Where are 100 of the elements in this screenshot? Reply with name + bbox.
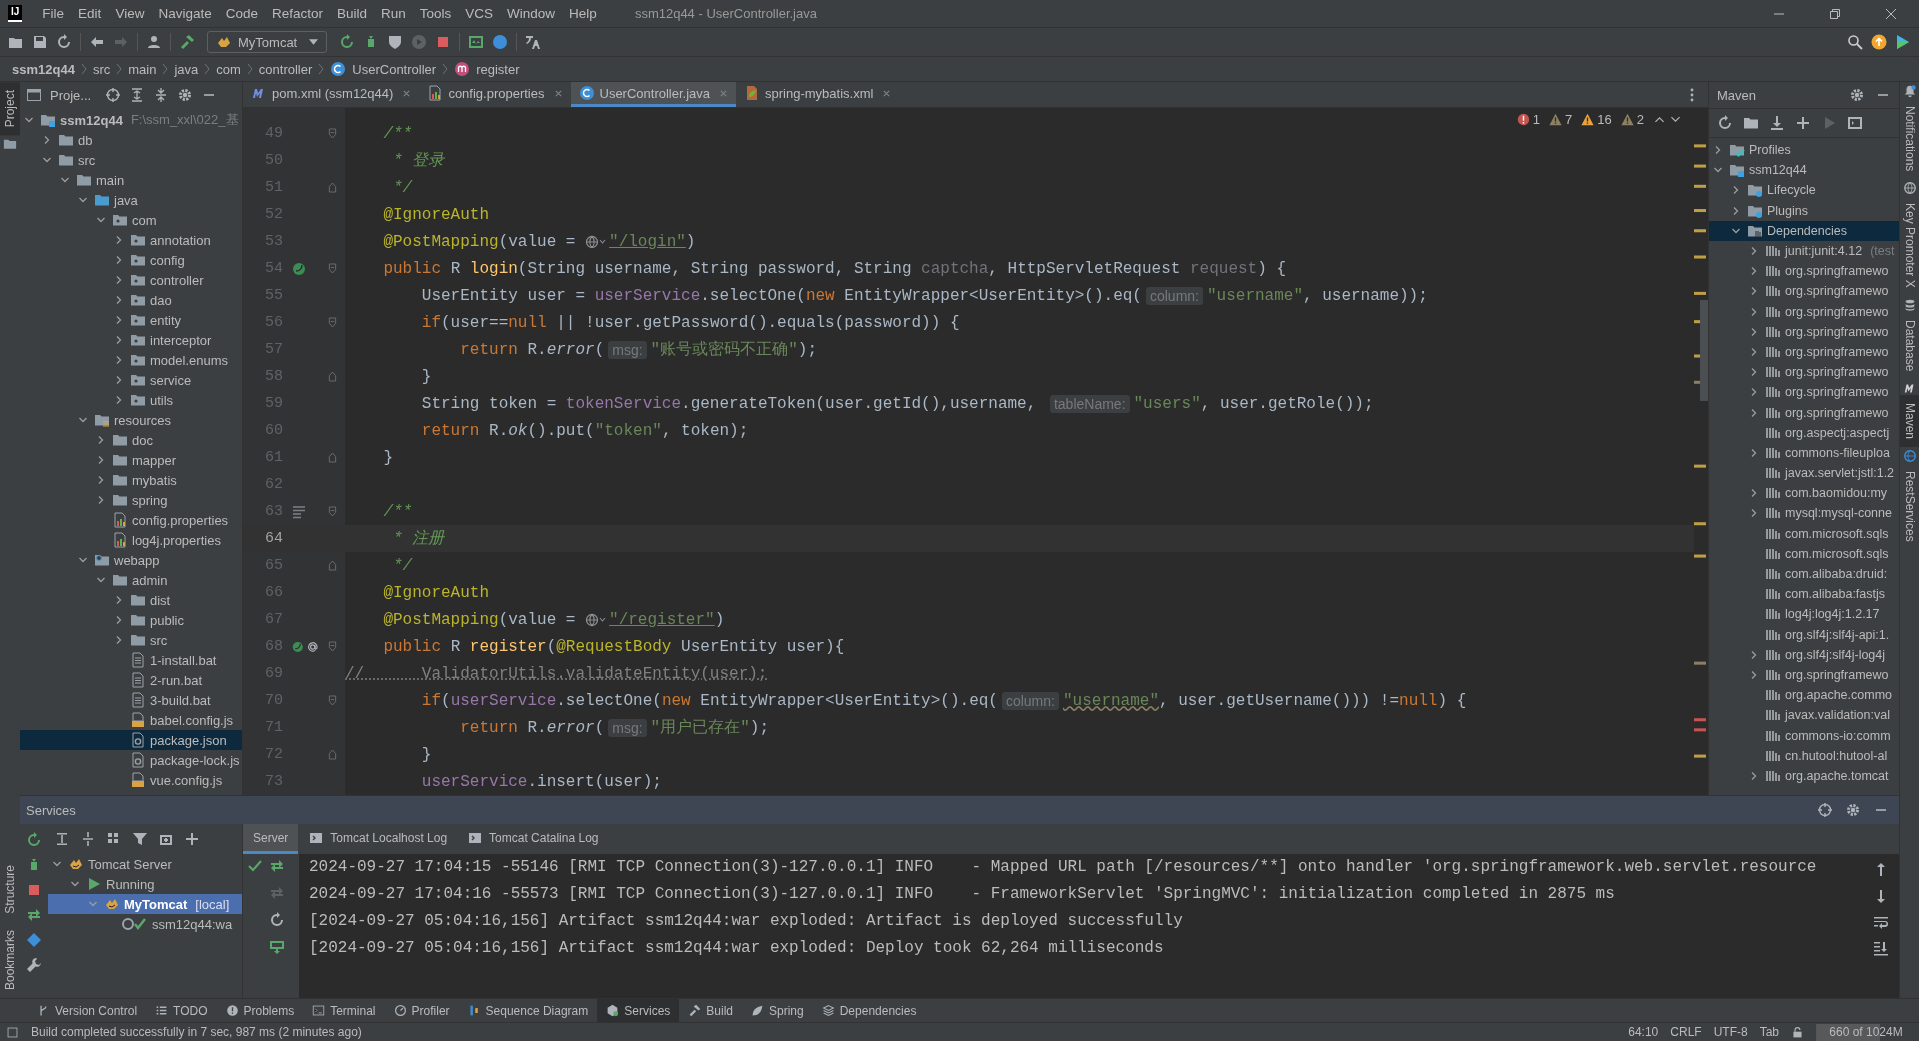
add-icon[interactable]: [1795, 115, 1811, 131]
tree-item[interactable]: cn.hutool:hutool-al: [1709, 745, 1899, 766]
tool-window-button[interactable]: Terminal: [303, 999, 385, 1022]
tree-item[interactable]: org.apache.commo: [1709, 685, 1899, 706]
menu-item[interactable]: Help: [563, 6, 605, 21]
chevron-right-icon[interactable]: [1749, 387, 1759, 398]
tree-item[interactable]: mysql:mysql-conne: [1709, 503, 1899, 524]
tree-item[interactable]: controller: [20, 270, 242, 290]
chevron-down-icon[interactable]: [96, 215, 106, 225]
editor-tab[interactable]: config.properties: [419, 82, 571, 107]
chevron-down-icon[interactable]: [78, 555, 88, 565]
chevron-right-icon[interactable]: [1749, 266, 1759, 277]
add-folder-icon[interactable]: [1743, 115, 1759, 131]
tree-item[interactable]: ssm12q44 F:\ssm_xxl\022_基: [20, 110, 242, 130]
close-tab-icon[interactable]: [553, 88, 563, 98]
tree-item[interactable]: src: [20, 630, 242, 650]
tree-item[interactable]: package.json: [20, 730, 242, 750]
panel-title[interactable]: Proje...: [50, 87, 92, 103]
bean-icon[interactable]: [291, 260, 307, 277]
deploy-arrows-icon[interactable]: [269, 858, 285, 874]
chevron-right-icon[interactable]: [1749, 508, 1759, 519]
tree-item[interactable]: Lifecycle: [1709, 180, 1899, 201]
tree-item[interactable]: commons-fileuploa: [1709, 442, 1899, 463]
chevron-right-icon[interactable]: [114, 335, 124, 345]
tree-item[interactable]: spring: [20, 490, 242, 510]
deploy-window-icon[interactable]: [269, 939, 285, 955]
tree-item[interactable]: org.springframewo: [1709, 382, 1899, 403]
tree-item[interactable]: 3-build.bat: [20, 690, 242, 710]
tree-item[interactable]: com.baomidou:my: [1709, 483, 1899, 504]
fold-icon[interactable]: [327, 263, 337, 274]
tool-window-button[interactable]: TODO: [146, 999, 217, 1022]
tree-item[interactable]: org.springframewo: [1709, 321, 1899, 342]
translate-icon[interactable]: [525, 34, 542, 50]
tree-item[interactable]: db: [20, 130, 242, 150]
tree-item[interactable]: org.slf4j:slf4j-log4j: [1709, 644, 1899, 665]
tree-item[interactable]: utils: [20, 390, 242, 410]
chevron-right-icon[interactable]: [114, 255, 124, 265]
chevron-right-icon[interactable]: [1749, 246, 1759, 257]
tool-window-button[interactable]: Build: [679, 999, 742, 1022]
reload-icon[interactable]: [1717, 115, 1733, 131]
chevron-right-icon[interactable]: [1749, 770, 1759, 781]
refresh-icon[interactable]: [269, 912, 285, 928]
chevron-right-icon[interactable]: [96, 475, 106, 485]
tree-item[interactable]: babel.config.js: [20, 710, 242, 730]
tree-item[interactable]: webapp: [20, 550, 242, 570]
chevron-right-icon[interactable]: [1749, 407, 1759, 418]
chevron-right-icon[interactable]: [1749, 346, 1759, 357]
tree-item[interactable]: org.springframewo: [1709, 362, 1899, 383]
log-tab[interactable]: Tomcat Localhost Log: [298, 824, 458, 854]
chevron-right-icon[interactable]: [114, 235, 124, 245]
breadcrumb-item[interactable]: controller: [258, 61, 313, 77]
tree-item[interactable]: resources: [20, 410, 242, 430]
tree-item[interactable]: ssm12q44: [1709, 160, 1899, 181]
chevron-right-icon[interactable]: [114, 295, 124, 305]
menu-item[interactable]: Run: [375, 6, 414, 21]
tree-item[interactable]: org.springframewo: [1709, 402, 1899, 423]
chevron-right-icon[interactable]: [96, 455, 106, 465]
tree-item[interactable]: service: [20, 370, 242, 390]
hammer-icon[interactable]: [179, 34, 195, 50]
editor-tab[interactable]: UserController.java: [570, 82, 737, 107]
tree-item[interactable]: com: [20, 210, 242, 230]
chevron-right-icon[interactable]: [1731, 185, 1741, 196]
add-icon[interactable]: [184, 831, 200, 847]
tool-window-button[interactable]: Problems: [216, 999, 304, 1022]
fold-icon[interactable]: [327, 695, 337, 706]
lock-icon[interactable]: [1791, 1025, 1804, 1039]
tree-item[interactable]: config.properties: [20, 510, 242, 530]
caret-position[interactable]: 64:10: [1628, 1025, 1659, 1039]
weak-warning-icon[interactable]: [1620, 113, 1634, 126]
chevron-down-icon[interactable]: [42, 155, 52, 165]
tree-item[interactable]: MyTomcat [local]: [48, 894, 242, 914]
breadcrumb-item[interactable]: com: [216, 61, 241, 77]
chevron-down-icon[interactable]: [78, 415, 88, 425]
rendered-doc-icon[interactable]: [291, 503, 307, 520]
chevron-right-icon[interactable]: [96, 495, 106, 505]
tree-item[interactable]: dist: [20, 590, 242, 610]
chevron-down-icon[interactable]: [60, 175, 70, 185]
tool-window-button[interactable]: Dependencies: [812, 999, 926, 1022]
tool-window-tab[interactable]: Project: [0, 82, 20, 136]
tree-item[interactable]: org.springframewo: [1709, 301, 1899, 322]
tree-item[interactable]: Tomcat Server: [48, 854, 242, 874]
chevron-right-icon[interactable]: [1749, 326, 1759, 337]
chevron-down-icon[interactable]: [70, 879, 80, 889]
tree-item[interactable]: log4j.properties: [20, 530, 242, 550]
menu-item[interactable]: Refactor: [266, 6, 331, 21]
line-separator[interactable]: CRLF: [1670, 1025, 1702, 1039]
tool-window-tab[interactable]: Structure: [0, 857, 20, 922]
fold-end-icon[interactable]: [327, 749, 337, 760]
fold-icon[interactable]: [327, 506, 337, 517]
tree-item[interactable]: javax.servlet:jstl:1.2: [1709, 463, 1899, 484]
menu-item[interactable]: Tools: [413, 6, 460, 21]
rerun-icon[interactable]: [26, 832, 42, 848]
coverage-shield-icon[interactable]: [387, 34, 404, 50]
menu-item[interactable]: Navigate: [152, 6, 220, 21]
menu-item[interactable]: Build: [331, 6, 376, 21]
tree-item[interactable]: src: [20, 150, 242, 170]
chevron-right-icon[interactable]: [1749, 367, 1759, 378]
close-tab-icon[interactable]: [882, 88, 892, 98]
chevron-right-icon[interactable]: [1749, 306, 1759, 317]
tree-item[interactable]: java: [20, 190, 242, 210]
